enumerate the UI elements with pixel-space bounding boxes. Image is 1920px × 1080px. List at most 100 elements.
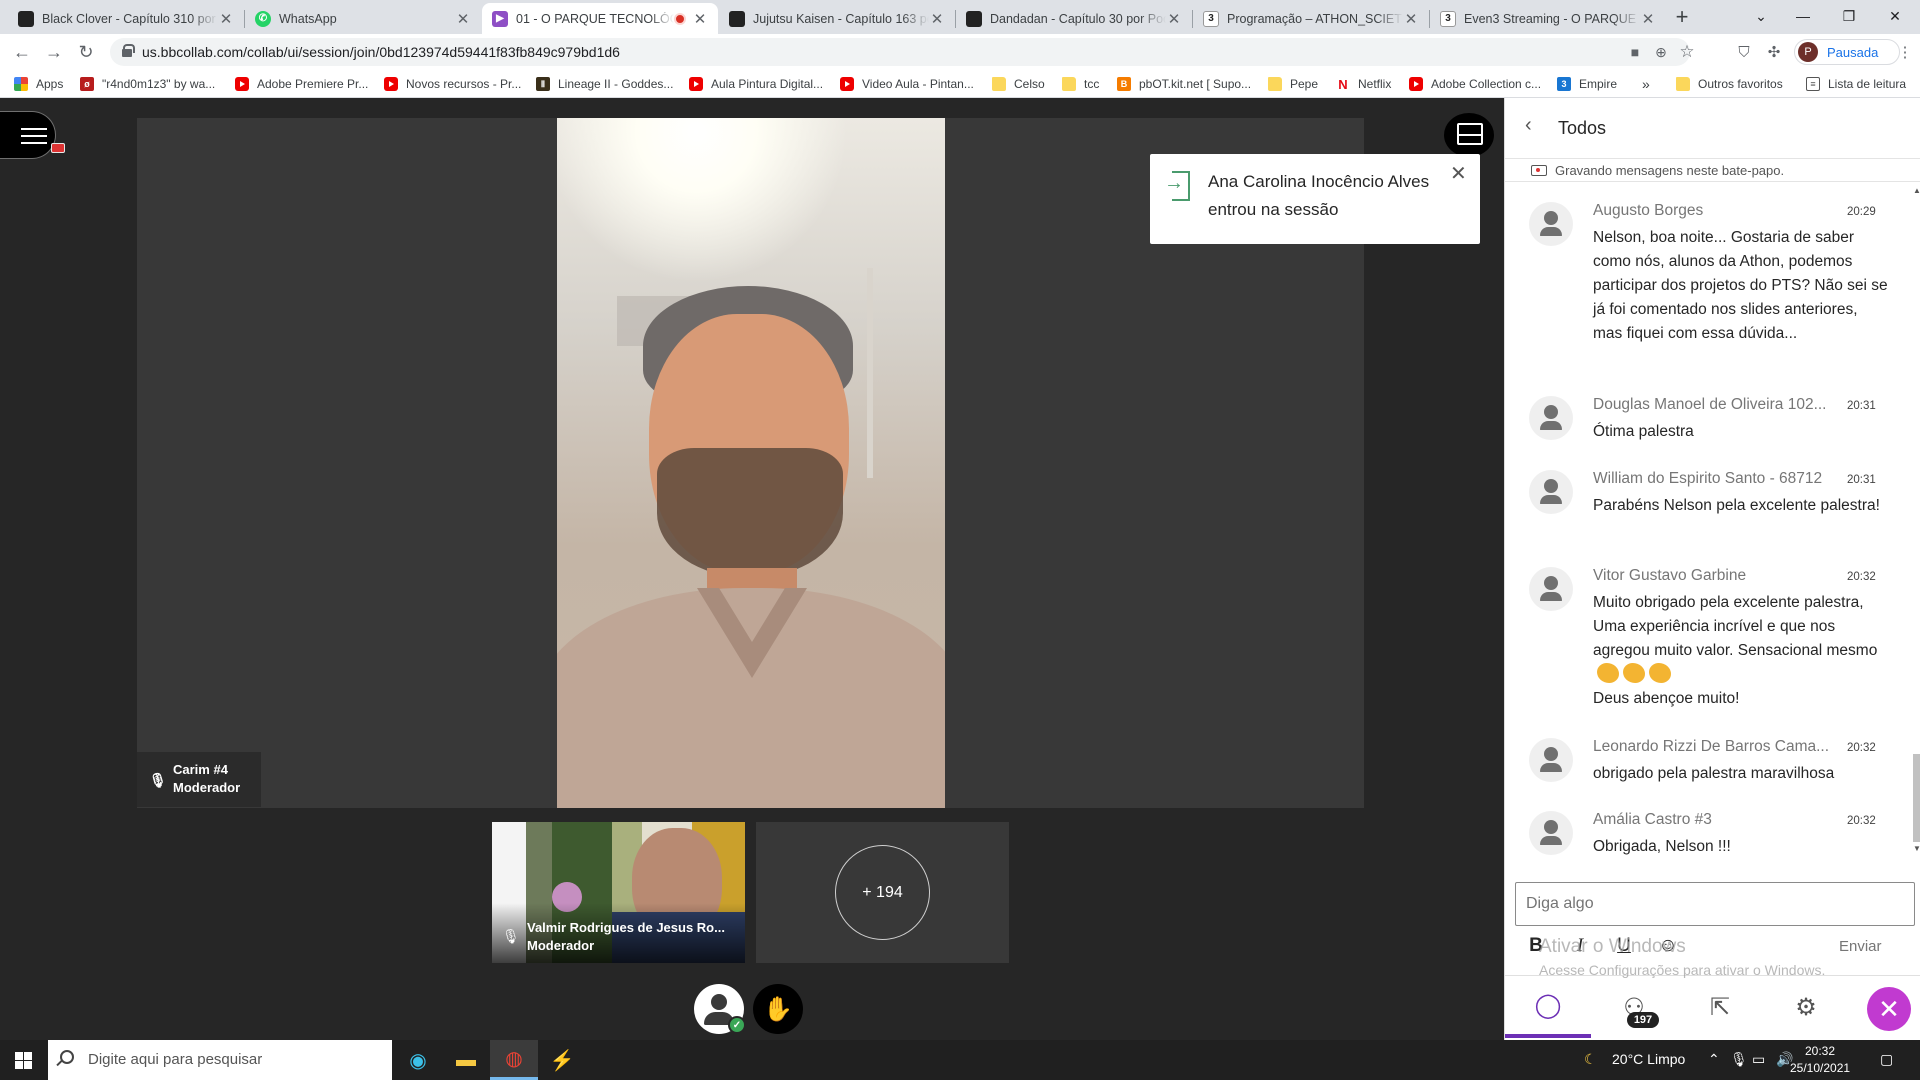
bookmark-lineage[interactable]: Ⅱ Lineage II - Goddes... bbox=[536, 75, 673, 93]
reload-icon[interactable]: ↻ bbox=[72, 38, 100, 66]
layout-toggle-button[interactable] bbox=[1444, 113, 1494, 157]
tab-dandadan[interactable]: Dandadan - Capítulo 30 por Poc ✕ bbox=[956, 3, 1192, 34]
tab-parque-tecnologico[interactable]: ▶ 01 - O PARQUE TECNOLÓGICO ✕ bbox=[482, 3, 718, 34]
microphone-tray-icon[interactable]: 🎙 bbox=[1730, 1051, 1748, 1068]
bookmark-adobe-premiere[interactable]: Adobe Premiere Pr... bbox=[235, 75, 368, 93]
bookmark-apps[interactable]: Apps bbox=[14, 75, 63, 93]
tab-title: Black Clover - Capítulo 310 por Tu bbox=[42, 11, 218, 26]
raise-hand-button[interactable]: ✋ bbox=[753, 984, 803, 1034]
close-notification-icon[interactable]: ✕ bbox=[1450, 160, 1467, 188]
bookmark-aula-pintura[interactable]: Aula Pintura Digital... bbox=[689, 75, 823, 93]
restore-icon[interactable]: ❐ bbox=[1826, 0, 1872, 32]
bookmark-pbot[interactable]: BpbOT.kit.net [ Supo... bbox=[1117, 75, 1251, 93]
tab-whatsapp[interactable]: ✆ WhatsApp ✕ bbox=[245, 3, 481, 34]
bookmark-adobe-collection[interactable]: Adobe Collection c... bbox=[1409, 75, 1541, 93]
participant-thumbnail[interactable]: 🎙 Valmir Rodrigues de Jesus Ro... Modera… bbox=[492, 822, 745, 963]
bookmark-novos-recursos[interactable]: Novos recursos - Pr... bbox=[384, 75, 521, 93]
my-status-button[interactable]: ✓ bbox=[694, 984, 746, 1034]
book-icon bbox=[729, 10, 745, 27]
address-bar[interactable]: us.bbcollab.com/collab/ui/session/join/0… bbox=[110, 38, 1695, 66]
file-explorer-icon[interactable]: ▬ bbox=[442, 1040, 490, 1080]
minimize-icon[interactable]: — bbox=[1780, 0, 1826, 32]
participants-icon[interactable]: ⚇ bbox=[1591, 976, 1677, 1038]
chat-message-list[interactable]: Augusto Borges 20:29 Nelson, boa noite..… bbox=[1505, 184, 1911, 856]
reading-list-icon: ≡ bbox=[1806, 77, 1820, 91]
participants-count-badge: 197 bbox=[1627, 1012, 1659, 1028]
bookmark-label: Apps bbox=[36, 77, 64, 91]
chat-scrollbar[interactable]: ▲ ▼ bbox=[1911, 184, 1920, 856]
scrollbar-thumb[interactable] bbox=[1913, 754, 1920, 842]
message-author: Vitor Gustavo Garbine bbox=[1593, 567, 1747, 584]
user-avatar-icon bbox=[1529, 567, 1573, 611]
chevron-up-icon[interactable]: ⌃ bbox=[1708, 1051, 1720, 1068]
bookmark-pepe[interactable]: Pepe bbox=[1268, 75, 1318, 93]
bookmark-empire[interactable]: 3 Empire bbox=[1557, 75, 1617, 93]
youtube-icon bbox=[235, 77, 249, 91]
close-icon[interactable]: ✕ bbox=[692, 10, 708, 28]
chrome-icon[interactable]: ◍ bbox=[490, 1040, 538, 1080]
new-tab-plus-icon[interactable]: + bbox=[1668, 3, 1696, 31]
edge-icon[interactable]: ◉ bbox=[394, 1040, 442, 1080]
notifications-icon[interactable]: ▢ bbox=[1880, 1051, 1893, 1068]
taskbar-search-box[interactable]: Digite aqui para pesquisar bbox=[48, 1040, 392, 1080]
tab-even3-streaming[interactable]: 3 Even3 Streaming - O PARQUE TEC ✕ bbox=[1430, 3, 1666, 34]
more-menu-icon[interactable]: ⋮ bbox=[1893, 40, 1917, 64]
close-icon[interactable]: ✕ bbox=[218, 10, 234, 28]
session-menu-button[interactable] bbox=[0, 111, 65, 159]
forward-arrow-icon[interactable]: → bbox=[40, 38, 68, 66]
camera-icon[interactable]: ■ bbox=[1624, 42, 1646, 62]
network-icon[interactable]: ▭ bbox=[1752, 1051, 1765, 1068]
taskbar-clock[interactable]: 20:32 25/10/2021 bbox=[1790, 1043, 1850, 1077]
tab-black-clover[interactable]: Black Clover - Capítulo 310 por Tu ✕ bbox=[8, 3, 244, 34]
close-icon[interactable]: ✕ bbox=[929, 10, 945, 28]
bookmark-label: "r4nd0m1z3" by wa... bbox=[102, 77, 216, 91]
close-icon[interactable]: ✕ bbox=[1640, 10, 1656, 28]
url-text[interactable]: us.bbcollab.com/collab/ui/session/join/0… bbox=[142, 44, 620, 60]
close-icon[interactable]: ✕ bbox=[1166, 10, 1182, 28]
bookmark-video-aula[interactable]: Video Aula - Pintan... bbox=[840, 75, 974, 93]
window-close-icon[interactable]: ✕ bbox=[1872, 0, 1918, 32]
profile-button[interactable]: P Pausada bbox=[1794, 39, 1900, 65]
scroll-up-icon[interactable]: ▲ bbox=[1913, 186, 1920, 195]
blogger-icon: B bbox=[1117, 77, 1131, 91]
close-panel-button[interactable]: ✕ bbox=[1867, 987, 1911, 1031]
site-icon: 3 bbox=[1557, 77, 1571, 91]
close-icon[interactable]: ✕ bbox=[1403, 10, 1419, 28]
windows-activation-watermark: Ativar o Windows bbox=[1539, 936, 1686, 957]
zoom-icon[interactable]: ⊕ bbox=[1650, 42, 1672, 62]
extensions-puzzle-icon[interactable]: ✣ bbox=[1762, 40, 1786, 64]
bookmark-lista-de-leitura[interactable]: ≡ Lista de leitura bbox=[1806, 75, 1906, 93]
chat-message-input[interactable] bbox=[1515, 882, 1915, 926]
scroll-down-icon[interactable]: ▼ bbox=[1913, 844, 1920, 853]
more-participants-tile[interactable]: + 194 bbox=[756, 822, 1009, 963]
bookmark-celso[interactable]: Celso bbox=[992, 75, 1045, 93]
bookmarks-overflow-chevron[interactable]: » bbox=[1642, 75, 1650, 93]
weather-text[interactable]: 20°C Limpo bbox=[1612, 1051, 1685, 1067]
share-content-icon[interactable]: ⇱ bbox=[1677, 976, 1763, 1038]
join-notification: Ana Carolina Inocêncio Alves entrou na s… bbox=[1150, 154, 1480, 244]
recording-notice-text: Gravando mensagens neste bate-papo. bbox=[1555, 163, 1785, 178]
tab-jujutsu-kaisen[interactable]: Jujutsu Kaisen - Capítulo 163 por ✕ bbox=[719, 3, 955, 34]
windows-start-button[interactable] bbox=[0, 1040, 48, 1080]
speaker-role: Moderador bbox=[173, 780, 241, 795]
tab-programacao-athon[interactable]: 3 Programação – ATHON_SCIETEC ✕ bbox=[1193, 3, 1429, 34]
tab-search-icon[interactable]: ⌄ bbox=[1738, 0, 1784, 32]
microphone-icon: 🎙 bbox=[502, 928, 520, 944]
youtube-icon bbox=[384, 77, 398, 91]
bookmark-outros-favoritos[interactable]: Outros favoritos bbox=[1676, 75, 1783, 93]
back-arrow-icon[interactable]: ← bbox=[8, 38, 36, 66]
lock-icon[interactable] bbox=[122, 44, 135, 57]
speaker-video bbox=[557, 118, 945, 808]
send-button[interactable]: Enviar bbox=[1839, 938, 1882, 955]
bookmark-star-icon[interactable]: ☆ bbox=[1676, 42, 1698, 62]
chevron-left-icon[interactable]: ‹ bbox=[1525, 114, 1532, 137]
extension-shield-icon[interactable]: ⛉ bbox=[1732, 40, 1756, 64]
recording-icon bbox=[674, 12, 686, 25]
chat-bubble-icon[interactable]: ◯ bbox=[1505, 976, 1591, 1038]
bookmark-r4nd0m1z3[interactable]: ø "r4nd0m1z3" by wa... bbox=[80, 75, 215, 93]
bookmark-netflix[interactable]: N Netflix bbox=[1336, 75, 1391, 93]
settings-gear-icon[interactable]: ⚙ bbox=[1763, 976, 1849, 1038]
app-icon[interactable]: ⚡ bbox=[538, 1040, 586, 1080]
close-icon[interactable]: ✕ bbox=[455, 10, 471, 28]
bookmark-tcc[interactable]: tcc bbox=[1062, 75, 1099, 93]
